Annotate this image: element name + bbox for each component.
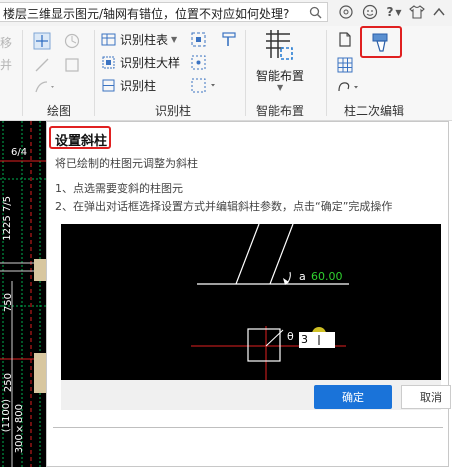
search-icon[interactable]	[309, 6, 322, 19]
canvas-label-c: 750	[3, 293, 14, 313]
shirt-icon[interactable]	[408, 4, 426, 20]
set-slant-column-icon[interactable]	[370, 31, 392, 53]
cancel-label: 取消	[420, 391, 442, 404]
panel-divider	[53, 427, 443, 428]
group-label-edit: 柱二次编辑	[344, 104, 405, 118]
demo-drawing	[191, 224, 349, 380]
demo-footer: 确定 取消	[61, 380, 451, 410]
select-column-icon[interactable]	[190, 54, 207, 71]
arc-draw-icon[interactable]	[33, 79, 57, 95]
paint-column-icon[interactable]	[221, 31, 238, 48]
cad-canvas[interactable]: 6/4 1225 7/5 750 250 (1100) 300×800	[0, 121, 46, 467]
identify-column-button[interactable]: 识别柱	[101, 77, 156, 94]
search-input[interactable]: 楼层三维显示图元/轴网有错位，位置不对应如何处理?	[0, 2, 328, 22]
top-bar: 楼层三维显示图元/轴网有错位，位置不对应如何处理? ? ▼	[0, 0, 452, 27]
identify-column-detail-button[interactable]: 识别柱大样	[101, 54, 180, 71]
group-label-draw: 绘图	[47, 104, 72, 118]
cut-item-move: 移	[0, 34, 12, 51]
step-1: 1、点选需要变斜的柱图元	[55, 182, 183, 195]
group-label-smart: 智能布置	[256, 104, 305, 118]
step-2: 2、在弹出对话框选择设置方式并编辑斜柱参数，点击“确定”完成操作	[55, 200, 393, 213]
help-circle-icon[interactable]	[338, 4, 354, 20]
cut-label-merge: 并	[0, 58, 13, 72]
smart-layout-icon[interactable]	[261, 28, 295, 62]
chevron-down-icon[interactable]: ▼	[277, 83, 283, 92]
canvas-label-f: 300×800	[14, 404, 25, 454]
demo-theta-label: θ	[287, 330, 294, 343]
canvas-label-d: 250	[3, 373, 14, 393]
group-label-identify: 识别柱	[155, 104, 192, 118]
smile-icon[interactable]	[361, 4, 379, 20]
grid-table-icon[interactable]	[336, 56, 354, 74]
help-panel: 设置斜柱 将已绘制的柱图元调整为斜柱 1、点选需要变斜的柱图元 2、在弹出对话框…	[46, 121, 451, 467]
panel-description: 将已绘制的柱图元调整为斜柱	[55, 157, 198, 170]
copy-properties-icon[interactable]	[336, 31, 354, 49]
question-label: ?	[386, 5, 394, 19]
search-text: 楼层三维显示图元/轴网有错位，位置不对应如何处理?	[3, 7, 290, 21]
panel-title: 设置斜柱	[55, 134, 108, 149]
column-detail-icon	[102, 56, 115, 69]
group-separator	[22, 30, 23, 116]
column-icon	[102, 79, 115, 92]
identify-column-table-button[interactable]: 识别柱表 ▼	[101, 31, 177, 48]
point-draw-icon[interactable]	[33, 32, 51, 50]
check-column-icon[interactable]	[190, 31, 207, 48]
canvas-label-b: 1225 7/5	[2, 196, 13, 241]
rotate-point-icon[interactable]	[63, 32, 81, 50]
demo-input-value: 3	[301, 333, 308, 346]
canvas-label-a: 6/4	[11, 147, 28, 158]
identify-column-detail-label: 识别柱大样	[120, 56, 181, 70]
group-separator	[245, 30, 246, 116]
canvas-label-e: (1100)	[1, 399, 12, 433]
cancel-button[interactable]: 取消	[401, 385, 451, 409]
group-separator	[94, 30, 95, 116]
demo-angle-value: 60.00	[311, 270, 343, 283]
cut-item-merge: 并	[0, 56, 12, 73]
chevron-up-icon[interactable]	[431, 4, 447, 20]
identify-column-table-label: 识别柱表	[120, 33, 169, 47]
lasso-options-icon[interactable]	[336, 79, 362, 95]
identify-column-label: 识别柱	[120, 79, 157, 93]
smart-layout-label: 智能布置	[256, 69, 305, 83]
column-options-icon[interactable]	[190, 77, 220, 94]
line-draw-icon[interactable]	[33, 56, 51, 74]
group-separator	[326, 30, 327, 116]
question-icon[interactable]: ? ▼	[384, 4, 404, 20]
demo-animation: a 60.00 θ 3	[61, 224, 441, 380]
ribbon: 移 并 绘图 识别柱表 ▼ 识别柱大样 识别柱 识别柱 智能布置 ▼ 智能布置 …	[0, 26, 452, 121]
smart-layout-button[interactable]: 智能布置	[256, 67, 304, 84]
table-icon	[101, 33, 116, 46]
demo-angle-label: a	[299, 270, 306, 283]
cut-label-move: 移	[0, 36, 13, 50]
ok-button[interactable]: 确定	[314, 385, 392, 409]
rect-draw-icon[interactable]	[63, 56, 81, 74]
